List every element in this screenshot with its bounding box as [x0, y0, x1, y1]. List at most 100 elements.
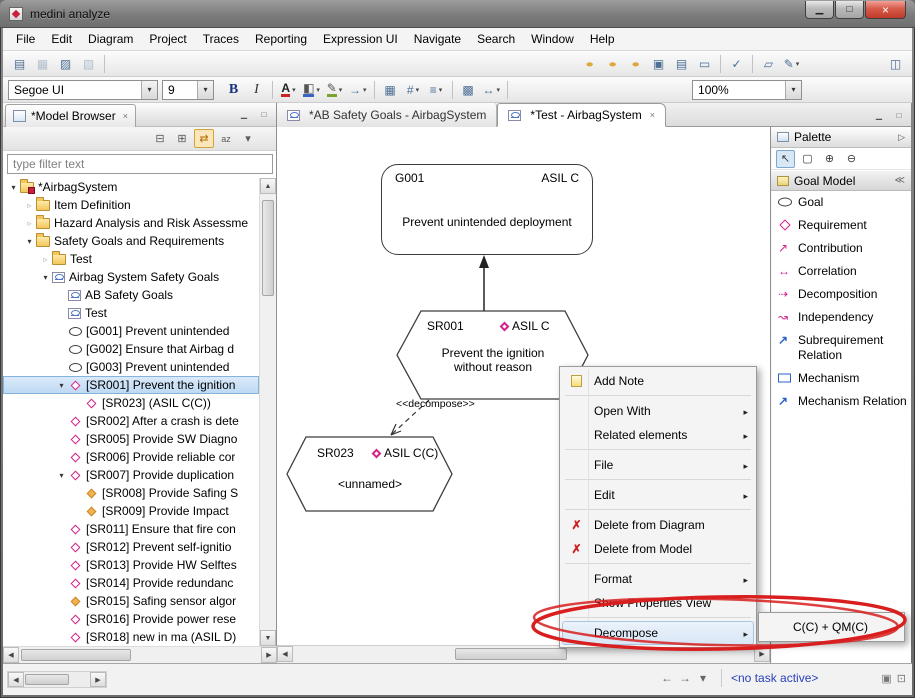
tree-item-sr018-new-in-ma-asil-d[interactable]: [SR018] new in ma (ASIL D) [3, 628, 259, 646]
context-menu-delete-from-model[interactable]: ✗Delete from Model [562, 537, 754, 561]
tree-item-sr015-safing-sensor-algo[interactable]: [SR015] Safing sensor algor [3, 592, 259, 610]
context-menu-edit[interactable]: Edit [562, 483, 754, 507]
tree-item-sr011-ensure-that-fire-c[interactable]: [SR011] Ensure that fire con [3, 520, 259, 538]
tree-item-test[interactable]: ▹Test [3, 250, 259, 268]
drawer-pin-icon[interactable]: ≪ [895, 175, 905, 186]
scrollbar-thumb[interactable] [262, 200, 274, 296]
comment-icon[interactable]: ● [579, 53, 600, 74]
tree-item-item-definition[interactable]: ▹Item Definition [3, 196, 259, 214]
tree-expanded-arrow-icon[interactable]: ▾ [39, 273, 52, 282]
context-menu-delete-from-diagram[interactable]: ✗Delete from Diagram [562, 513, 754, 537]
tree-collapsed-arrow-icon[interactable]: ▹ [39, 255, 52, 264]
scroll-right-icon[interactable]: ▶ [754, 646, 770, 662]
tree-item-sr005-provide-sw-diagno[interactable]: [SR005] Provide SW Diagno [3, 430, 259, 448]
font-color-icon[interactable]: A▾ [278, 79, 299, 100]
font-size-combo[interactable]: 9 [162, 80, 214, 100]
context-menu-open-with[interactable]: Open With [562, 399, 754, 423]
context-menu-decompose[interactable]: Decompose [562, 621, 754, 645]
tree-item-ab-safety-goals[interactable]: AB Safety Goals [3, 286, 259, 304]
minimize-view-button[interactable]: ▁ [236, 107, 252, 122]
close-tab-icon[interactable]: × [650, 110, 655, 120]
palette-item-contribution[interactable]: ↗Contribution [771, 237, 911, 260]
maximize-editor-button[interactable]: □ [891, 108, 907, 123]
palette-header[interactable]: Palette ▷ [771, 127, 911, 148]
active-task-status[interactable]: <no task active> [731, 671, 818, 685]
collapse-all-icon[interactable]: ⊟ [150, 129, 170, 148]
palette-item-decomposition[interactable]: ⇢Decomposition [771, 283, 911, 306]
tree-item-g003-prevent-unintended[interactable]: [G003] Prevent unintended [3, 358, 259, 376]
menu-window[interactable]: Window [523, 29, 582, 49]
scroll-left-icon[interactable]: ◀ [3, 647, 19, 663]
tree-item-sr007-provide-duplicatio[interactable]: ▾[SR007] Provide duplication [3, 466, 259, 484]
menu-navigate[interactable]: Navigate [406, 29, 469, 49]
scrollbar-thumb[interactable] [21, 649, 131, 661]
tree-expanded-arrow-icon[interactable]: ▾ [55, 381, 68, 390]
collapse-palette-icon[interactable]: ▷ [898, 132, 905, 143]
tree-item-hazard-analysis-and-risk-a[interactable]: ▹Hazard Analysis and Risk Assessme [3, 214, 259, 232]
tree-item-g002-ensure-that-airbag[interactable]: [G002] Ensure that Airbag d [3, 340, 259, 358]
context-menu-show-properties-view[interactable]: Show Properties View [562, 591, 754, 615]
context-menu-format[interactable]: Format [562, 567, 754, 591]
minimize-editor-button[interactable]: ▁ [871, 108, 887, 123]
context-menu-add-note[interactable]: Add Note [562, 369, 754, 393]
tree-item-sr016-provide-power-rese[interactable]: [SR016] Provide power rese [3, 610, 259, 628]
scroll-right-icon[interactable]: ▶ [90, 672, 106, 687]
bold-icon[interactable]: B [223, 79, 244, 100]
menu-diagram[interactable]: Diagram [80, 29, 141, 49]
print-icon[interactable]: ▨ [55, 53, 76, 74]
dictionary-icon[interactable]: ▭ [694, 53, 715, 74]
copy-icon[interactable]: ▣ [648, 53, 669, 74]
menu-search[interactable]: Search [469, 29, 523, 49]
zoom-in-tool[interactable]: ⊕ [820, 150, 839, 168]
palette-item-mechanism[interactable]: Mechanism [771, 367, 911, 390]
align-icon[interactable]: ≡▾ [426, 79, 447, 100]
minimize-button[interactable]: ▁ [805, 1, 834, 19]
progress-view-icon[interactable]: ⊡ [897, 672, 906, 685]
close-button[interactable]: × [865, 1, 906, 19]
tree-item-safety-goals-and-requireme[interactable]: ▾Safety Goals and Requirements [3, 232, 259, 250]
palette-item-requirement[interactable]: Requirement [771, 214, 911, 237]
maximize-view-button[interactable]: □ [256, 107, 272, 122]
tree-collapsed-arrow-icon[interactable]: ▹ [23, 219, 36, 228]
open-folder-icon[interactable]: ▱ [758, 53, 779, 74]
scrollbar-thumb[interactable] [25, 674, 69, 685]
chevron-down-icon[interactable] [197, 81, 213, 99]
scroll-down-icon[interactable]: ▼ [260, 630, 276, 646]
palette-item-goal[interactable]: Goal [771, 191, 911, 214]
scroll-right-icon[interactable]: ▶ [261, 647, 277, 663]
tree-vertical-scrollbar[interactable]: ▲ ▼ [259, 178, 276, 646]
italic-icon[interactable]: I [246, 79, 267, 100]
add-comment-icon[interactable]: ● [602, 53, 623, 74]
context-menu-related-elements[interactable]: Related elements [562, 423, 754, 447]
fill-color-icon[interactable]: ◧▾ [301, 79, 322, 100]
menu-file[interactable]: File [8, 29, 43, 49]
menu-expression-ui[interactable]: Expression UI [315, 29, 406, 49]
auto-layout-icon[interactable]: ↔▾ [481, 79, 503, 100]
new-model-icon[interactable]: ▤ [9, 53, 30, 74]
tree-item-airbag-system-safety-goals[interactable]: ▾Airbag System Safety Goals [3, 268, 259, 286]
view-menu-icon[interactable]: ▾ [238, 129, 258, 148]
back-icon[interactable]: ← [658, 669, 676, 687]
grid-icon[interactable]: ▦ [380, 79, 401, 100]
chevron-down-icon[interactable] [141, 81, 157, 99]
open-perspective-icon[interactable]: ◫ [885, 53, 906, 74]
palette-item-subrequirement-relation[interactable]: ↗Subrequirement Relation [771, 329, 911, 367]
tree-filter-input[interactable] [7, 154, 273, 174]
scroll-up-icon[interactable]: ▲ [260, 178, 276, 194]
titlebar[interactable]: medini analyze ▁ □ × [0, 0, 915, 28]
tree-item-sr023-asil-c-c[interactable]: [SR023] (ASIL C(C)) [3, 394, 259, 412]
line-color-icon[interactable]: ✎▾ [324, 79, 345, 100]
scrollbar-thumb[interactable] [455, 648, 567, 660]
tree-item-airbagsystem[interactable]: ▾*AirbagSystem [3, 178, 259, 196]
remove-comment-icon[interactable]: ● [625, 53, 646, 74]
tree-item-sr006-provide-reliable-c[interactable]: [SR006] Provide reliable cor [3, 448, 259, 466]
tree-item-test[interactable]: Test [3, 304, 259, 322]
palette-item-independency[interactable]: ↝Independency [771, 306, 911, 329]
marquee-tool[interactable]: ▢ [798, 150, 817, 168]
menu-edit[interactable]: Edit [43, 29, 80, 49]
select-tool[interactable]: ↖ [776, 150, 795, 168]
paste-icon[interactable]: ▤ [671, 53, 692, 74]
editor-tab-test-airbagsystem[interactable]: *Test - AirbagSystem× [497, 103, 666, 127]
menu-help[interactable]: Help [582, 29, 623, 49]
arrow-style-icon[interactable]: →▾ [347, 79, 369, 100]
